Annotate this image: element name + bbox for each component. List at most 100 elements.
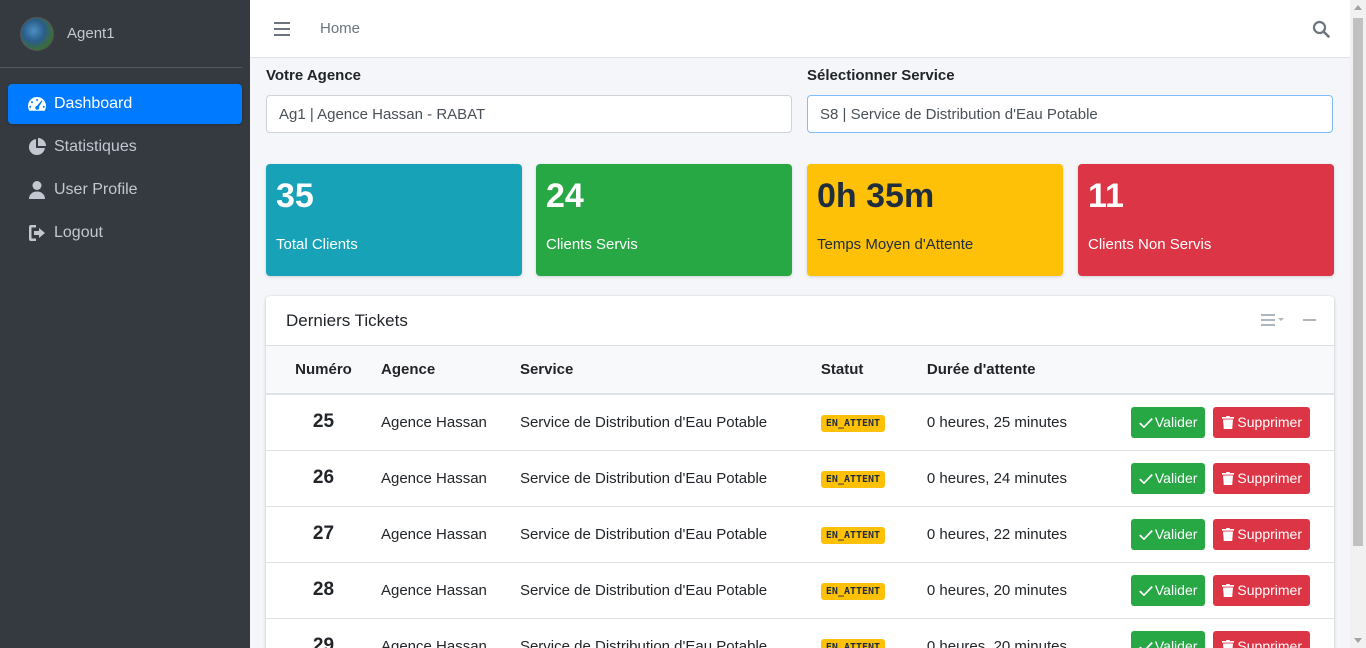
check-icon: [1139, 642, 1153, 648]
page-scrollbar[interactable]: [1350, 0, 1366, 648]
stat-value: 11: [1088, 177, 1124, 215]
agence-field[interactable]: [266, 95, 792, 133]
supprimer-label: Supprimer: [1237, 638, 1302, 648]
tickets-table: Numéro Agence Service Statut Durée d'att…: [266, 346, 1334, 648]
valider-button[interactable]: Valider: [1130, 406, 1206, 438]
sidebar-item-label: User Profile: [54, 181, 138, 198]
stat-value: 0h 35m: [817, 177, 935, 215]
supprimer-button[interactable]: Supprimer: [1213, 462, 1310, 494]
top-navbar: Home: [250, 0, 1350, 58]
valider-button[interactable]: Valider: [1130, 630, 1206, 648]
sidebar-nav: Dashboard Statistiques User Profile Logo…: [0, 68, 250, 253]
bars-icon: [1261, 314, 1284, 326]
valider-button[interactable]: Valider: [1130, 574, 1206, 606]
cell-service: Service de Distribution d'Eau Potable: [519, 469, 768, 487]
status-badge: EN_ATTENT: [820, 582, 886, 600]
cell-actions: Valider Supprimer: [1130, 450, 1334, 506]
card-title: Derniers Tickets: [286, 310, 408, 330]
stat-label: Temps Moyen d'Attente: [817, 236, 974, 253]
scroll-up-arrow-icon[interactable]: [1354, 5, 1362, 10]
cell-service: Service de Distribution d'Eau Potable: [519, 637, 768, 648]
table-row: 28 Agence Hassan Service de Distribution…: [266, 562, 1334, 618]
status-badge: EN_ATTENT: [820, 414, 886, 432]
cell-duree: 0 heures, 22 minutes: [926, 525, 1067, 543]
cell-numero: 29: [312, 635, 335, 648]
stat-value: 35: [276, 177, 314, 215]
supprimer-button[interactable]: Supprimer: [1213, 406, 1310, 438]
table-row: 29 Agence Hassan Service de Distribution…: [266, 618, 1334, 648]
scroll-down-arrow-icon[interactable]: [1354, 638, 1362, 643]
trash-icon: [1222, 584, 1235, 597]
supprimer-label: Supprimer: [1237, 414, 1302, 431]
header-duree: Durée d'attente: [926, 346, 1131, 395]
table-row: 25 Agence Hassan Service de Distribution…: [266, 394, 1334, 450]
card-tools: [1261, 314, 1316, 326]
stat-label: Total Clients: [276, 236, 358, 253]
table-header-row: Numéro Agence Service Statut Durée d'att…: [266, 346, 1334, 395]
table-row: 26 Agence Hassan Service de Distribution…: [266, 450, 1334, 506]
check-icon: [1139, 530, 1153, 541]
user-name[interactable]: Agent1: [67, 25, 115, 42]
cell-numero: 27: [312, 523, 335, 544]
header-actions: [1130, 346, 1334, 395]
sidebar-item-statistiques[interactable]: Statistiques: [8, 127, 242, 167]
sidebar-item-dashboard[interactable]: Dashboard: [8, 84, 242, 124]
collapse-minus-icon[interactable]: [1303, 319, 1316, 321]
home-link[interactable]: Home: [320, 20, 360, 37]
service-select[interactable]: [807, 95, 1333, 133]
sidebar-item-logout[interactable]: Logout: [8, 213, 242, 253]
supprimer-button[interactable]: Supprimer: [1213, 518, 1310, 550]
cell-statut: EN_ATTENT: [820, 394, 927, 450]
trash-icon: [1222, 528, 1235, 541]
supprimer-label: Supprimer: [1237, 470, 1302, 486]
supprimer-label: Supprimer: [1237, 526, 1302, 542]
valider-button[interactable]: Valider: [1130, 518, 1206, 550]
cell-agence: Agence Hassan: [380, 637, 487, 648]
supprimer-button[interactable]: Supprimer: [1213, 574, 1310, 606]
sidebar-item-label: Statistiques: [54, 138, 137, 155]
valider-label: Valider: [1154, 470, 1198, 486]
cell-duree: 0 heures, 20 minutes: [926, 581, 1067, 599]
cell-statut: EN_ATTENT: [820, 506, 927, 562]
menu-toggle-icon[interactable]: [274, 21, 290, 36]
user-panel[interactable]: Agent1: [0, 0, 242, 68]
valider-label: Valider: [1154, 414, 1198, 431]
supprimer-label: Supprimer: [1237, 582, 1302, 598]
cell-statut: EN_ATTENT: [820, 450, 927, 506]
card-header: Derniers Tickets: [266, 296, 1334, 346]
check-icon: [1139, 586, 1153, 597]
tachometer-icon: [26, 94, 48, 114]
stat-value: 24: [546, 177, 584, 215]
check-icon: [1139, 418, 1153, 429]
cell-actions: Valider Supprimer: [1130, 562, 1334, 618]
tickets-card: Derniers Tickets Numéro Agence Service S…: [266, 296, 1334, 648]
cell-numero: 28: [312, 579, 335, 600]
cell-numero: 26: [312, 467, 335, 488]
avatar[interactable]: [20, 16, 54, 51]
trash-icon: [1222, 640, 1235, 648]
table-row: 27 Agence Hassan Service de Distribution…: [266, 506, 1334, 562]
valider-button[interactable]: Valider: [1130, 462, 1206, 494]
stat-clients-non-servis: 11 Clients Non Servis: [1078, 164, 1334, 276]
trash-icon: [1222, 416, 1235, 430]
valider-label: Valider: [1154, 526, 1198, 542]
header-agence: Agence: [380, 346, 520, 395]
cell-service: Service de Distribution d'Eau Potable: [519, 525, 768, 543]
pie-chart-icon: [26, 137, 48, 157]
search-icon[interactable]: [1312, 20, 1330, 38]
cell-duree: 0 heures, 25 minutes: [926, 413, 1067, 431]
cell-service: Service de Distribution d'Eau Potable: [519, 581, 768, 599]
cell-agence: Agence Hassan: [380, 469, 487, 487]
card-menu-dropdown[interactable]: [1261, 314, 1285, 326]
supprimer-button[interactable]: Supprimer: [1213, 630, 1310, 648]
agence-label: Votre Agence: [266, 67, 362, 84]
stat-label: Clients Non Servis: [1088, 236, 1212, 253]
stat-total-clients: 35 Total Clients: [266, 164, 522, 276]
cell-statut: EN_ATTENT: [820, 562, 927, 618]
valider-label: Valider: [1154, 638, 1198, 648]
sidebar-item-user-profile[interactable]: User Profile: [8, 170, 242, 210]
cell-agence: Agence Hassan: [380, 413, 487, 431]
cell-actions: Valider Supprimer: [1130, 506, 1334, 562]
stat-temps-moyen: 0h 35m Temps Moyen d'Attente: [807, 164, 1063, 276]
scroll-thumb[interactable]: [1353, 18, 1363, 546]
